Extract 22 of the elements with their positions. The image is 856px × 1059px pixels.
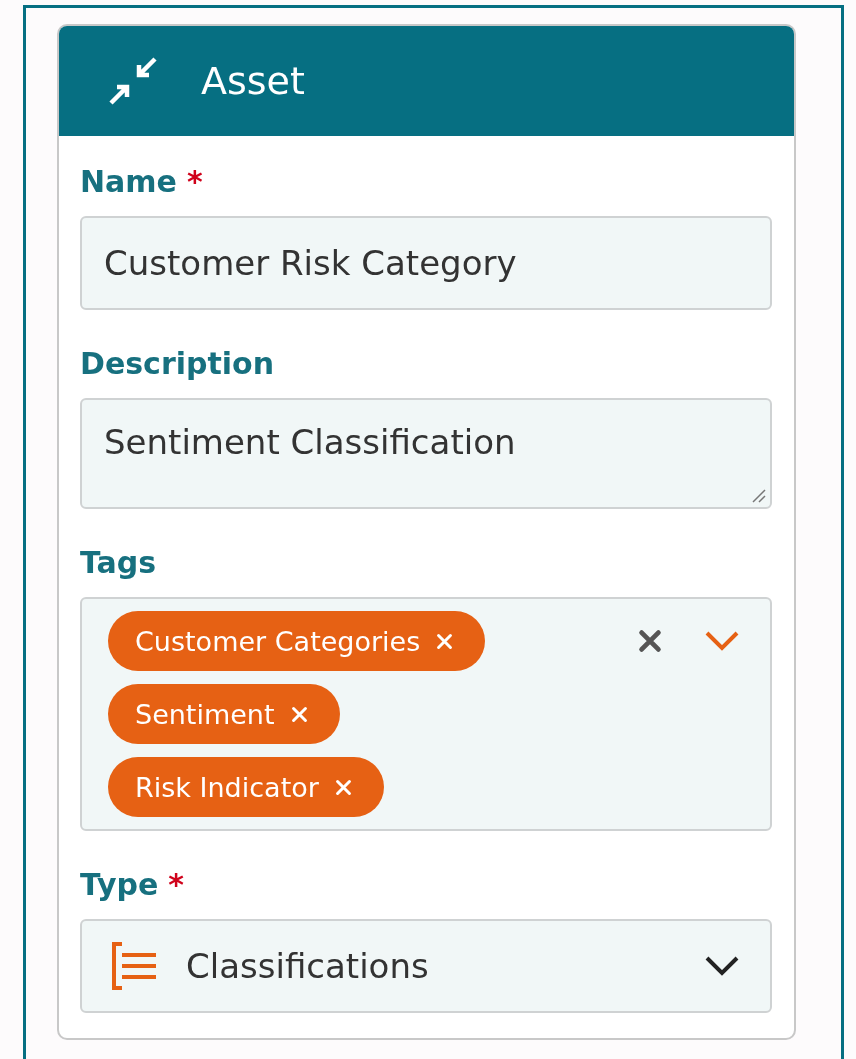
name-field[interactable]: Customer Risk Category <box>80 216 772 310</box>
list-icon <box>110 942 158 990</box>
tag-chip[interactable]: Risk Indicator <box>108 757 384 817</box>
panel-title: Asset <box>201 59 305 103</box>
required-mark: * <box>168 866 184 902</box>
required-mark: * <box>186 163 203 199</box>
tag-chip[interactable]: Customer Categories <box>108 611 486 671</box>
description-field[interactable]: Sentiment Classification <box>80 398 772 509</box>
remove-icon[interactable] <box>436 632 454 650</box>
clear-icon[interactable] <box>638 629 662 653</box>
remove-icon[interactable] <box>290 705 308 723</box>
field-label: Tags <box>80 544 157 580</box>
remove-icon[interactable] <box>334 778 352 796</box>
field-label: Type <box>80 866 159 902</box>
type-select[interactable]: Classifications <box>80 919 772 1013</box>
tags-field[interactable]: Customer Categories Sentiment Risk Indicator <box>80 597 772 831</box>
collapse-icon[interactable] <box>109 57 157 105</box>
field-label: Description <box>80 345 275 381</box>
tag-chip[interactable]: Sentiment <box>108 684 340 744</box>
resize-handle-icon[interactable] <box>750 487 766 503</box>
chevron-down-icon[interactable] <box>704 955 740 977</box>
field-label: Name <box>80 163 177 199</box>
